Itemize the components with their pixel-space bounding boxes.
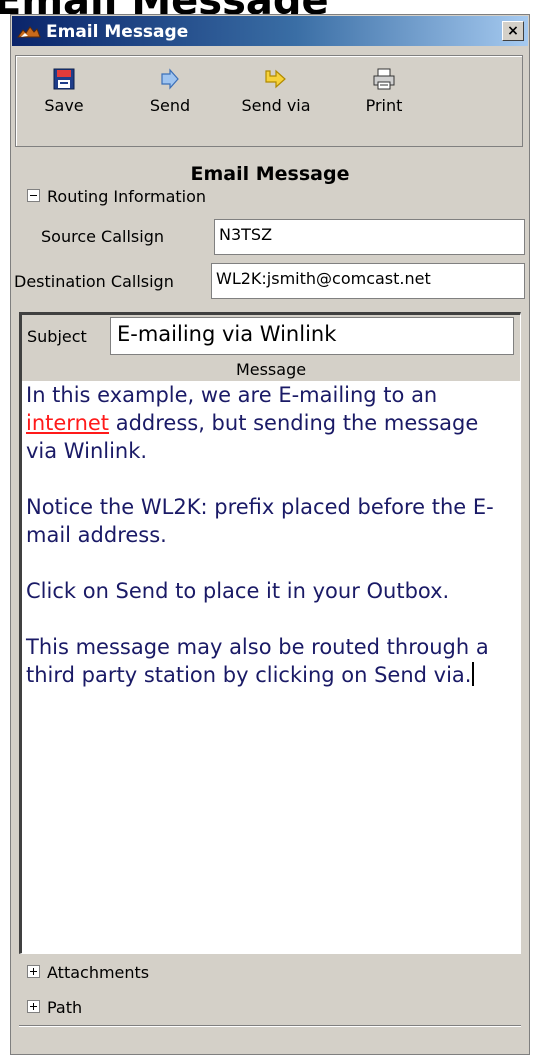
message-paragraph: This message may also be routed through …	[26, 635, 489, 687]
save-label: Save	[44, 96, 84, 115]
send-button[interactable]: Send	[140, 68, 200, 115]
save-button[interactable]: Save	[34, 68, 94, 115]
send-via-button[interactable]: Send via	[234, 68, 318, 115]
toolbar: Save Send Send via Print	[15, 55, 523, 147]
routing-information-label: Routing Information	[47, 187, 207, 206]
subject-label: Subject	[27, 327, 87, 346]
expand-icon[interactable]	[27, 965, 40, 978]
path-section[interactable]: Path	[27, 998, 82, 1017]
app-logo-icon	[17, 24, 41, 43]
routing-information-section[interactable]: Routing Information	[27, 187, 206, 206]
attachments-label: Attachments	[47, 963, 150, 982]
email-message-window: Email Message × Save Send Send via Print…	[10, 14, 530, 1055]
message-body[interactable]: In this example, we are E-mailing to an …	[22, 381, 520, 953]
close-icon: ×	[507, 23, 519, 39]
subject-input[interactable]: E-mailing via Winlink	[110, 317, 514, 355]
message-header: Message	[22, 359, 520, 381]
send-arrow-icon	[140, 68, 200, 90]
floppy-disk-icon	[34, 68, 94, 90]
internet-link[interactable]: internet	[26, 411, 109, 435]
attachments-section[interactable]: Attachments	[27, 963, 149, 982]
text-cursor	[472, 662, 475, 686]
send-via-label: Send via	[241, 96, 311, 115]
message-paragraph: In this example, we are E-mailing to an …	[26, 383, 479, 463]
send-via-arrow-icon	[234, 68, 318, 90]
message-paragraph: Notice the WL2K: prefix placed before th…	[26, 495, 494, 547]
printer-icon	[354, 68, 414, 90]
collapse-icon[interactable]	[27, 189, 40, 202]
print-label: Print	[365, 96, 403, 115]
expand-icon[interactable]	[27, 1000, 40, 1013]
send-label: Send	[149, 96, 191, 115]
title-bar[interactable]: Email Message ×	[12, 16, 528, 46]
destination-callsign-input[interactable]: WL2K:jsmith@comcast.net	[211, 263, 525, 299]
message-panel: Subject E-mailing via Winlink Message In…	[19, 312, 521, 954]
message-paragraph: Click on Send to place it in your Outbox…	[26, 579, 450, 603]
window-title: Email Message	[46, 22, 189, 42]
status-separator	[19, 1025, 521, 1027]
path-label: Path	[47, 998, 83, 1017]
source-callsign-input[interactable]: N3TSZ	[214, 219, 525, 255]
subject-row: Subject E-mailing via Winlink	[22, 315, 520, 359]
source-callsign-label: Source Callsign	[41, 227, 164, 246]
close-button[interactable]: ×	[502, 21, 524, 41]
form-title: Email Message	[190, 163, 350, 185]
print-button[interactable]: Print	[354, 68, 414, 115]
destination-callsign-label: Destination Callsign	[14, 272, 174, 291]
